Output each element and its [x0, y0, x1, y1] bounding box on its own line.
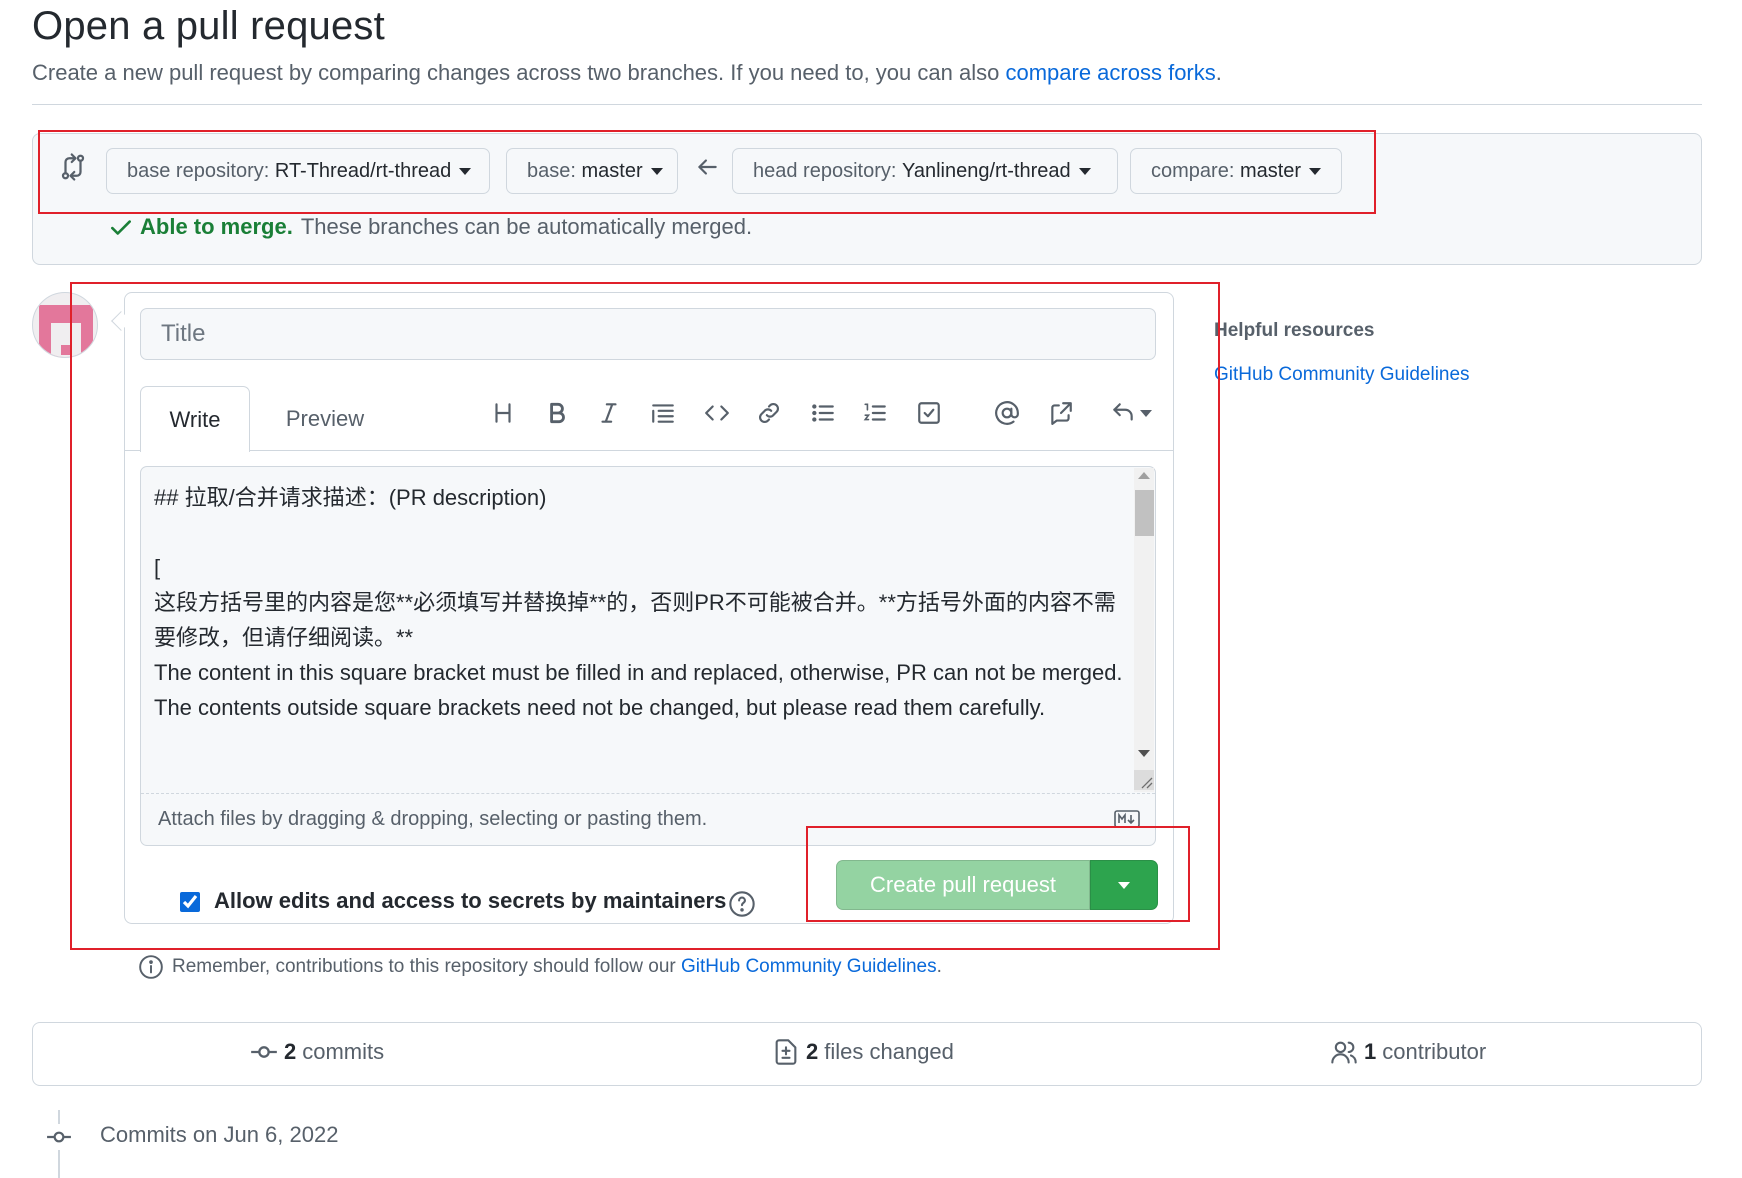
- attach-divider: [141, 793, 1155, 794]
- git-compare-icon: [61, 153, 85, 181]
- merge-status: Able to merge. These branches can be aut…: [108, 214, 752, 240]
- base-repository-select[interactable]: base repository: RT-Thread/rt-thread: [106, 148, 490, 194]
- unordered-list-icon: [812, 404, 834, 422]
- contributors-tab[interactable]: 1 contributor: [1330, 1038, 1486, 1066]
- commits-tab[interactable]: 2 commits: [250, 1038, 384, 1066]
- tab-write[interactable]: Write: [140, 386, 250, 452]
- merge-status-message: These branches can be automatically merg…: [300, 214, 753, 239]
- heading-button[interactable]: [486, 396, 520, 430]
- file-diff-icon: [775, 1039, 797, 1065]
- title-input[interactable]: [140, 308, 1156, 360]
- attach-files-hint[interactable]: Attach files by dragging & dropping, sel…: [158, 808, 707, 831]
- cross-reference-icon: [1051, 402, 1072, 425]
- subtitle-text: Create a new pull request by comparing c…: [32, 60, 1000, 85]
- compare-branch-label: compare:: [1151, 159, 1235, 182]
- cross-reference-button[interactable]: [1044, 396, 1078, 430]
- bold-icon: [550, 402, 565, 424]
- base-branch-select[interactable]: base: master: [506, 148, 678, 194]
- question-icon[interactable]: [728, 890, 756, 918]
- scroll-up-icon[interactable]: [1138, 472, 1150, 479]
- avatar[interactable]: [32, 292, 98, 358]
- contribution-note: Remember, contributions to this reposito…: [138, 954, 942, 980]
- commits-count: 2: [284, 1039, 297, 1064]
- link-icon: [759, 403, 779, 423]
- header-divider: [32, 104, 1702, 105]
- page-subtitle: Create a new pull request by comparing c…: [32, 60, 1222, 86]
- sidebar-community-guidelines-link[interactable]: GitHub Community Guidelines: [1214, 364, 1470, 386]
- compare-branch-select[interactable]: compare: master: [1130, 148, 1342, 194]
- markdown-icon[interactable]: [1114, 810, 1140, 828]
- task-list-button[interactable]: [912, 396, 946, 430]
- page-title: Open a pull request: [32, 4, 385, 48]
- base-repository-label: base repository:: [127, 159, 270, 182]
- create-options-dropdown[interactable]: [1090, 860, 1158, 910]
- git-commit-icon: [251, 1046, 277, 1058]
- scroll-down-icon[interactable]: [1138, 750, 1150, 757]
- contributors-label: contributor: [1382, 1039, 1487, 1064]
- files-label: files changed: [824, 1039, 954, 1064]
- base-repository-value: RT-Thread/rt-thread: [274, 159, 452, 182]
- link-button[interactable]: [752, 396, 786, 430]
- mention-icon: [995, 401, 1019, 425]
- task-list-icon: [918, 402, 940, 424]
- code-icon: [705, 405, 729, 421]
- head-repository-select[interactable]: head repository: Yanlineng/rt-thread: [732, 148, 1118, 194]
- git-commit-icon: [46, 1124, 72, 1150]
- quote-button[interactable]: [646, 396, 680, 430]
- info-icon: [139, 955, 163, 979]
- caret-down-icon: [1118, 881, 1130, 889]
- caret-down-icon: [1078, 167, 1091, 175]
- caret-down-icon: [459, 167, 472, 175]
- head-repository-label: head repository:: [753, 159, 897, 182]
- reply-icon: [1113, 403, 1133, 421]
- files-count: 2: [806, 1039, 819, 1064]
- contributors-count: 1: [1364, 1039, 1377, 1064]
- commits-label: commits: [302, 1039, 385, 1064]
- base-branch-label: base:: [527, 159, 576, 182]
- compare-across-forks-link[interactable]: compare across forks: [1005, 60, 1215, 85]
- files-changed-tab[interactable]: 2 files changed: [772, 1038, 954, 1066]
- arrow-left-icon: [698, 159, 717, 175]
- code-button[interactable]: [700, 396, 734, 430]
- head-repository-value: Yanlineng/rt-thread: [901, 159, 1071, 182]
- saved-replies-button[interactable]: [1104, 396, 1158, 430]
- caret-down-icon: [650, 167, 663, 175]
- mention-button[interactable]: [990, 396, 1024, 430]
- compare-branch-value: master: [1239, 159, 1302, 182]
- caret-down-icon: [1140, 409, 1152, 417]
- allow-edits-label[interactable]: Allow edits and access to secrets by mai…: [214, 888, 726, 914]
- merge-status-label: Able to merge.: [140, 214, 293, 239]
- body-text[interactable]: ## 拉取/合并请求描述：(PR description) [ 这段方括号里的内…: [154, 480, 1124, 725]
- resize-grip-icon: [1141, 777, 1153, 789]
- people-icon: [1331, 1041, 1357, 1064]
- contribution-note-text: Remember, contributions to this reposito…: [172, 956, 676, 977]
- commits-date-heading: Commits on Jun 6, 2022: [100, 1122, 339, 1147]
- contribution-note-end: .: [936, 956, 942, 977]
- identicon-icon: [39, 305, 93, 357]
- bold-button[interactable]: [540, 396, 574, 430]
- ordered-list-icon: [863, 403, 886, 421]
- allow-edits-checkbox[interactable]: [180, 892, 200, 912]
- ordered-list-button[interactable]: [858, 396, 892, 430]
- caret-down-icon: [1309, 167, 1322, 175]
- scrollbar-thumb[interactable]: [1135, 490, 1154, 536]
- helpful-resources-heading: Helpful resources: [1214, 320, 1375, 341]
- base-branch-value: master: [581, 159, 643, 182]
- subtitle-end: .: [1215, 60, 1222, 85]
- unordered-list-button[interactable]: [806, 396, 840, 430]
- italic-icon: [601, 403, 617, 423]
- create-pull-request-button[interactable]: Create pull request: [836, 860, 1090, 910]
- italic-button[interactable]: [592, 396, 626, 430]
- heading-icon: [495, 403, 511, 423]
- community-guidelines-link[interactable]: GitHub Community Guidelines: [681, 956, 937, 978]
- quote-icon: [652, 404, 674, 423]
- check-icon: [111, 220, 131, 235]
- tab-preview[interactable]: Preview: [262, 386, 388, 452]
- resize-handle[interactable]: [1134, 770, 1154, 790]
